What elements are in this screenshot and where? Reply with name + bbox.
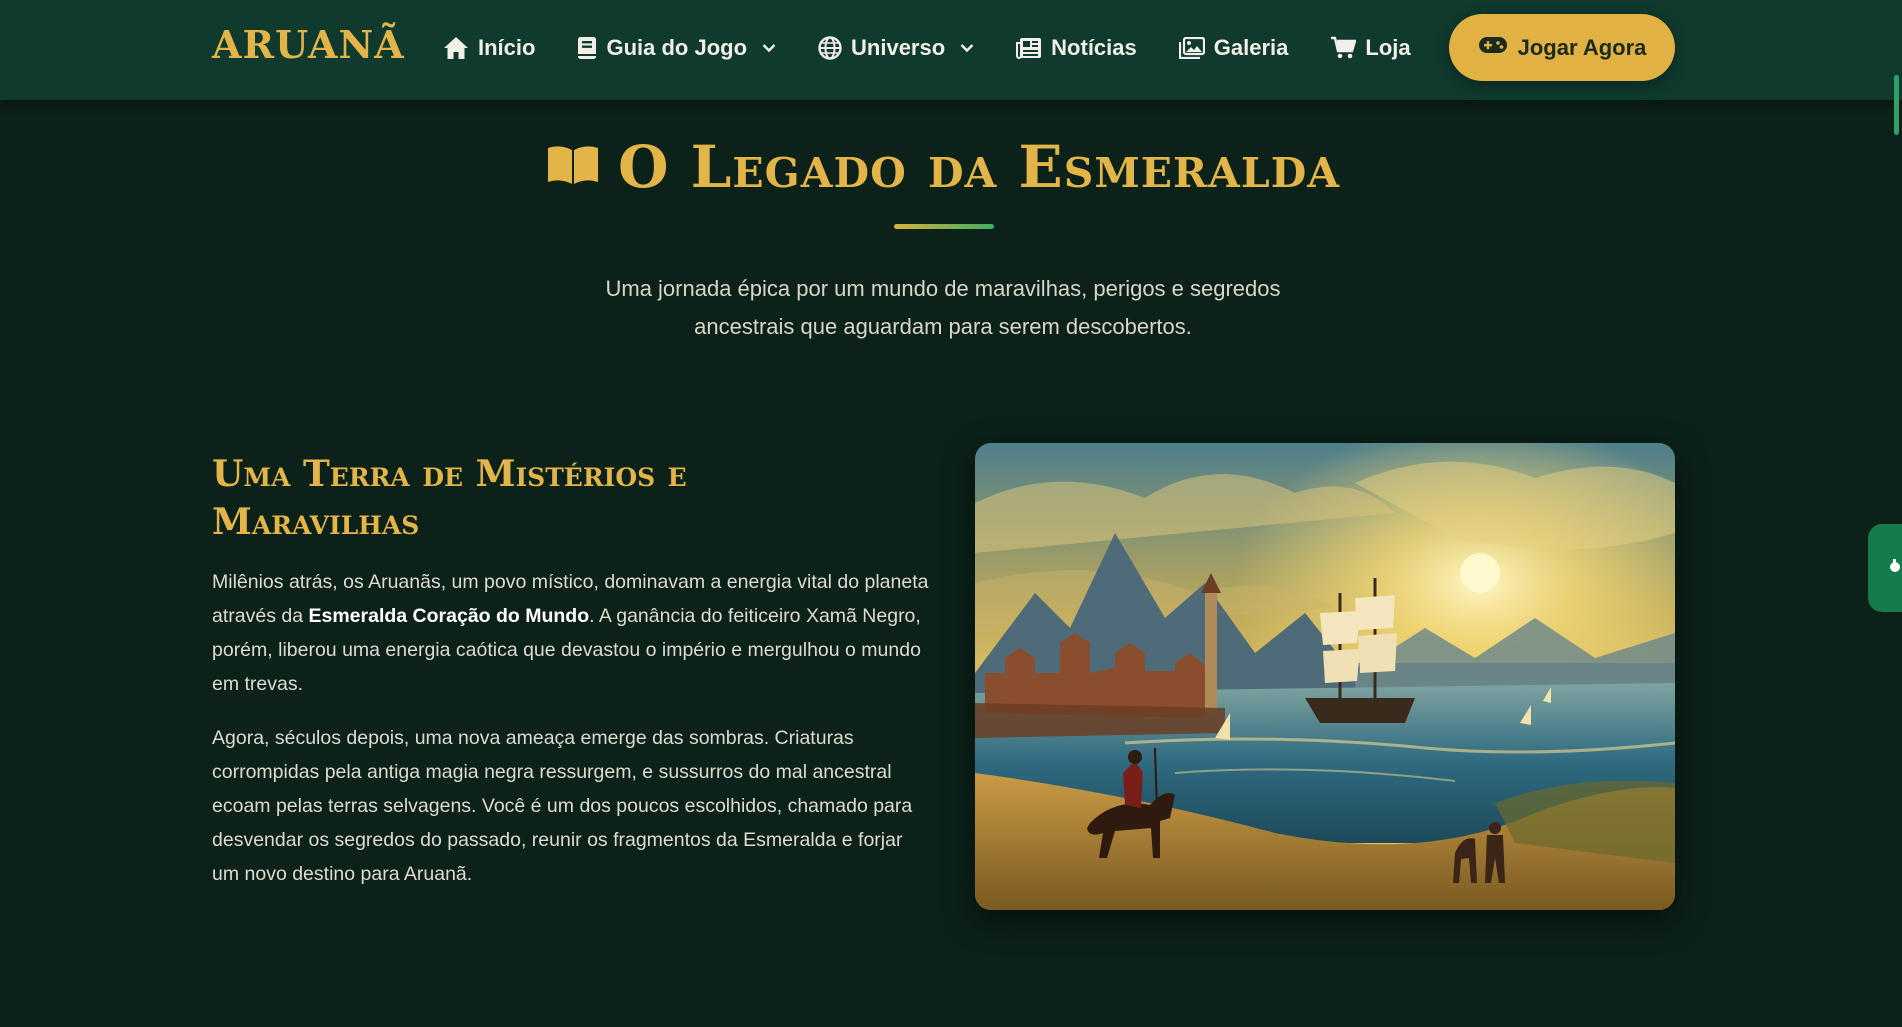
globe-icon xyxy=(818,36,842,60)
home-icon xyxy=(443,36,469,60)
play-now-label: Jogar Agora xyxy=(1517,34,1647,60)
newspaper-icon xyxy=(1016,37,1042,59)
chevron-down-icon xyxy=(762,43,776,53)
side-tab-icon xyxy=(1884,556,1900,581)
gamepad-icon xyxy=(1478,35,1508,61)
story-paragraph-2: Agora, séculos depois, uma nova ameaça e… xyxy=(212,727,913,885)
nav-item-label: Início xyxy=(478,35,536,60)
nav-item-galeria[interactable]: Galeria xyxy=(1178,35,1289,61)
page-title: O Legado da Esmeralda xyxy=(617,133,1341,201)
nav-item-label: Universo xyxy=(851,35,946,60)
nav-item-loja[interactable]: Loja xyxy=(1330,35,1411,61)
top-navbar: ARUANÃ Início Guia do Jogo Universo Notí… xyxy=(0,0,1902,100)
nav-item-universo[interactable]: Universo xyxy=(818,35,974,61)
nav-item-inicio[interactable]: Início xyxy=(443,35,535,61)
nav-item-label: Loja xyxy=(1365,35,1411,60)
story-illustration xyxy=(975,443,1675,910)
book-icon xyxy=(577,36,597,60)
nav-item-label: Notícias xyxy=(1051,35,1137,60)
side-floating-tab[interactable] xyxy=(1868,524,1902,612)
nav-item-label: Galeria xyxy=(1213,35,1289,60)
section-title: O Legado da Esmeralda xyxy=(0,133,1886,201)
cart-icon xyxy=(1330,36,1357,60)
page-subtitle: Uma jornada épica por um mundo de maravi… xyxy=(605,276,1281,339)
emerald-name: Esmeralda Coração do Mundo xyxy=(308,605,590,627)
brand-logo[interactable]: ARUANÃ xyxy=(212,22,405,67)
play-now-button[interactable]: Jogar Agora xyxy=(1449,14,1675,81)
chevron-down-icon xyxy=(960,43,974,53)
nav-item-label: Guia do Jogo xyxy=(606,35,748,60)
story-paragraph-1: Milênios atrás, os Aruanãs, um povo míst… xyxy=(212,565,932,701)
page-scrollbar-thumb[interactable] xyxy=(1894,75,1899,135)
main-nav: Início Guia do Jogo Universo Notícias Ga… xyxy=(443,28,1411,68)
images-icon xyxy=(1178,37,1205,59)
nav-item-noticias[interactable]: Notícias xyxy=(1016,35,1137,61)
nav-item-guia[interactable]: Guia do Jogo xyxy=(577,35,776,61)
title-divider xyxy=(894,224,994,229)
story-heading: Uma Terra de Mistérios e Maravilhas xyxy=(212,453,687,543)
open-book-icon xyxy=(546,144,600,191)
